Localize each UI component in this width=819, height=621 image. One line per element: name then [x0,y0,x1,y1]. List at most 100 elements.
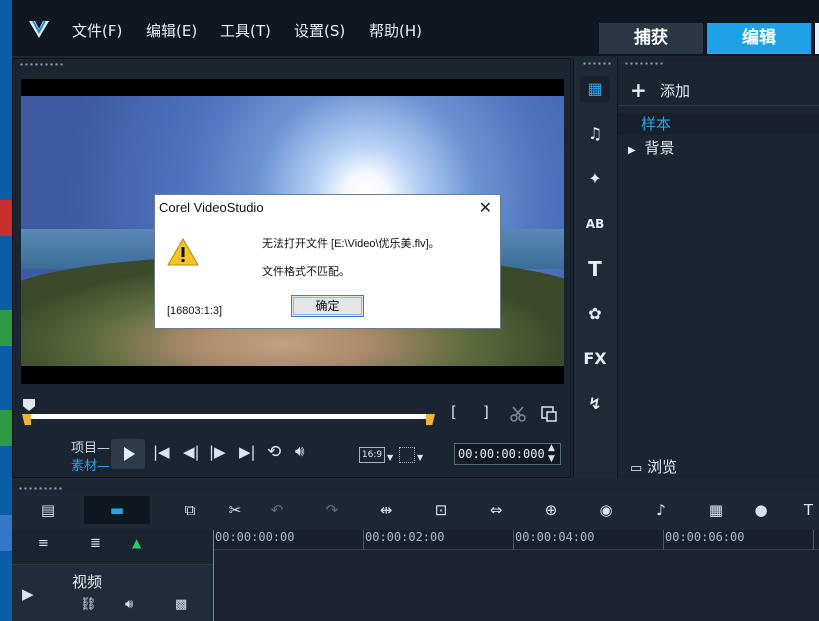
browse-icon: ▭ [630,461,643,476]
menu-file[interactable]: 文件(F) [72,20,122,41]
auto-music-icon[interactable]: ♪ [643,496,679,524]
previous-frame-icon[interactable]: ◀| [183,443,200,461]
project-mode[interactable]: 项目— [71,437,110,456]
trim-out-marker[interactable] [426,414,435,425]
video-track-lane[interactable] [213,551,819,621]
ruler-tick [363,530,364,550]
desktop-shortcut[interactable] [0,515,12,551]
tree-item-label: 背景 [644,139,675,157]
track-name: 视频 [72,573,103,591]
desktop-shortcut[interactable] [0,200,12,236]
end-icon[interactable]: ▶| [239,443,256,461]
timeline-grip[interactable] [18,487,64,490]
tab-edit[interactable]: 编辑 [707,23,811,54]
close-icon[interactable]: ✕ [479,198,492,218]
aspect-dropdown-icon[interactable]: ▼ [387,453,393,462]
dialog-titlebar[interactable]: Corel VideoStudio ✕ [155,195,500,221]
volume-icon[interactable]: 🔊︎ [295,442,304,460]
add-folder-button[interactable]: + 添加 [618,74,819,106]
media-icon[interactable]: ▦ [580,76,610,102]
show-all-tracks-icon[interactable]: ▲ [132,536,141,550]
preview-letterbox [21,366,564,384]
redo-icon[interactable]: ↷ [314,496,350,524]
instant-project-icon[interactable]: ✦ [580,166,610,192]
menu-settings[interactable]: 设置(S) [294,20,345,41]
multi-trim-icon[interactable]: ▦ [698,496,734,524]
undo-icon[interactable]: ↶ [259,496,295,524]
tree-item-label: 样本 [641,115,672,133]
video-track-header: ▶ 视频 ⛓ 🔊︎ ▩ [12,564,213,621]
storyboard-view-icon[interactable]: ▤ [30,496,66,524]
mark-in-button[interactable]: [ [451,403,457,421]
timecode-spinner-icon[interactable]: ▲ ▼ [548,443,555,465]
track-list-icon[interactable]: ≡ [38,536,49,551]
zoom-to-fit-icon[interactable]: ⊡ [423,496,459,524]
scrubber-handle[interactable] [23,399,35,411]
tools-icon[interactable]: ✂ [217,496,253,524]
tree-item-samples[interactable]: 样本 [618,113,819,135]
next-frame-icon[interactable]: |▶ [209,443,226,461]
ruler-tick-label: 00:00:04:00 [515,530,595,544]
menu-tools[interactable]: 工具(T) [220,20,271,41]
mark-out-button[interactable]: ] [483,403,489,421]
split-clip-icon[interactable] [509,405,527,423]
copy-attributes-icon[interactable]: ⧉ [172,496,208,524]
ruler-tick-label: 00:00:02:00 [365,530,445,544]
repeat-icon[interactable]: ⟲ [267,442,281,462]
project-mode-label: 项目 [71,441,98,456]
tab-capture[interactable]: 捕获 [599,23,703,54]
menu-edit[interactable]: 编辑(E) [146,20,197,41]
ruler-tick [663,530,664,550]
change-resolution-icon[interactable] [399,447,415,463]
browse-button[interactable]: ▭ 浏览 [630,456,677,477]
library-tree-grip[interactable] [624,62,664,65]
record-capture-icon[interactable]: ◉ [588,496,624,524]
filter-icon[interactable]: FX [580,346,610,372]
play-button[interactable] [111,439,145,469]
ok-button[interactable]: 确定 [291,295,364,317]
aspect-ratio-button[interactable]: 16:9 [359,447,385,463]
timeline-toolbar: ▤ ▬ ⧉ ✂ ↶ ↷ ⇹ ⊡ ⇔ ⊕ ◉ ♪ ▦ ● T [12,492,819,528]
ruler-tick [513,530,514,550]
tab-share[interactable] [815,23,819,54]
audio-icon[interactable]: ♫ [580,121,610,147]
fit-project-icon[interactable]: ⇹ [368,496,404,524]
desktop-shortcut[interactable] [0,310,12,346]
dialog-body: 无法打开文件 [E:\Video\优乐美.flv]。 文件格式不匹配。 [168… [155,221,500,328]
graphic-icon[interactable]: ✿ [580,301,610,327]
scrub-bar[interactable] [27,414,432,419]
mask-creator-icon[interactable]: ● [743,496,779,524]
motion-icon[interactable]: ⊕ [533,496,569,524]
path-icon[interactable]: ↯ [580,391,610,417]
timeline-view-icon[interactable]: ▬ [84,496,150,524]
library-grip[interactable] [582,62,612,65]
tree-item-background[interactable]: ▶ 背景 [618,137,819,159]
title-icon[interactable]: T [580,256,610,282]
timeline-playhead[interactable] [213,530,214,621]
transition-icon[interactable]: AB [580,211,610,237]
expand-arrow-icon[interactable]: ▶ [618,145,636,156]
videostudio-window: 文件(F) 编辑(E) 工具(T) 设置(S) 帮助(H) 捕获 编辑 [ ] [12,0,819,621]
track-volume-icon[interactable]: 🔊︎ [125,597,133,612]
ripple-edit-icon[interactable]: ≣ [90,536,101,551]
video-track-icon[interactable]: ▶ [22,585,34,603]
menu-help[interactable]: 帮助(H) [369,20,422,41]
add-label: 添加 [660,82,691,100]
timeline-ruler[interactable]: 00:00:00:00 00:00:02:00 00:00:04:00 00:0… [213,530,819,550]
link-icon[interactable]: ⛓ [80,597,97,612]
dialog-title: Corel VideoStudio [159,200,264,215]
title-editor-icon[interactable]: T [798,496,819,524]
track-transparency-icon[interactable]: ▩ [175,597,187,612]
timecode-display[interactable]: 00:00:00:000 [454,443,561,465]
trim-in-marker[interactable] [22,414,31,425]
clip-mode[interactable]: 素材— [71,455,110,474]
dialog-message: 无法打开文件 [E:\Video\优乐美.flv]。 [262,238,440,250]
resolution-dropdown-icon[interactable]: ▼ [417,453,423,462]
enlarge-preview-icon[interactable] [540,405,558,423]
plus-icon: + [630,78,647,102]
home-icon[interactable]: |◀ [153,443,170,461]
panel-grip[interactable] [19,63,65,66]
desktop-shortcut[interactable] [0,410,12,446]
track-manager-icon[interactable]: ⇔ [478,496,514,524]
dialog-error-code: [16803:1:3] [167,305,223,317]
